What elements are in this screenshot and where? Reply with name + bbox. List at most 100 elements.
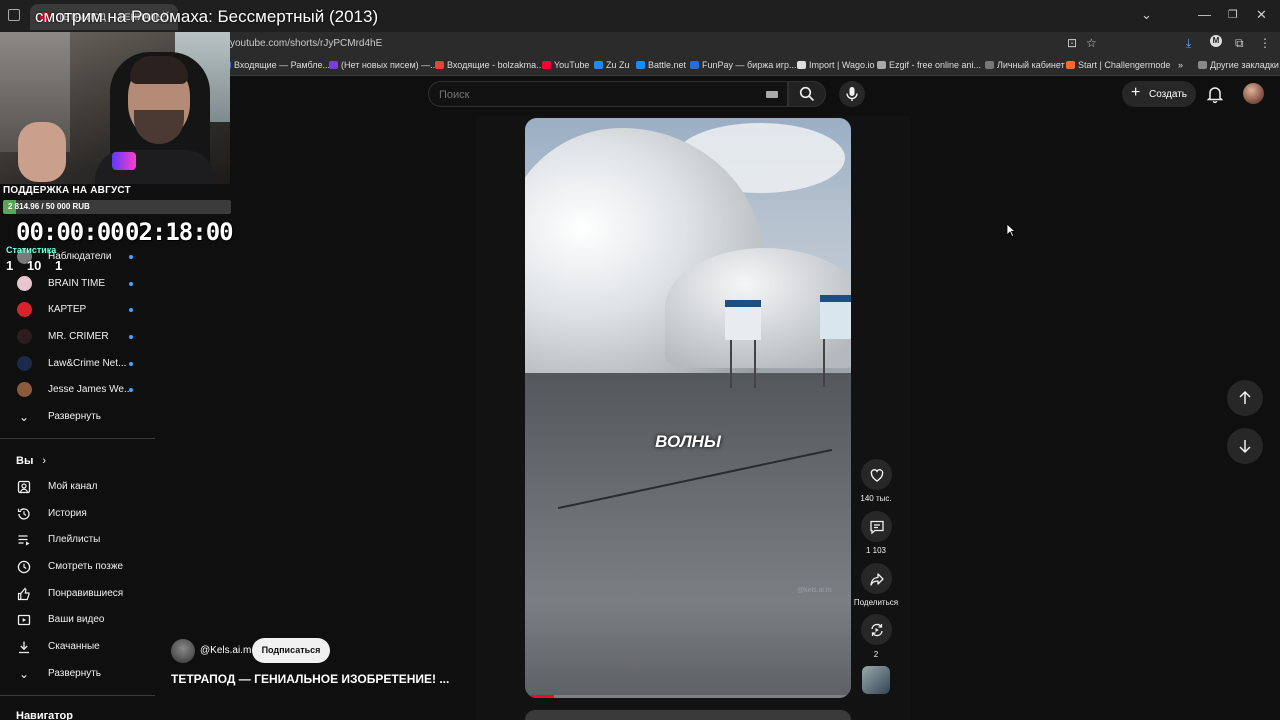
bookmark-item[interactable]: Import | Wago.io (797, 60, 875, 70)
sidebar-item-watch-later[interactable]: Смотреть позже (0, 554, 155, 580)
bookmark-item[interactable]: Battle.net (636, 60, 686, 70)
bookmark-item[interactable]: Start | Challengermode (1066, 60, 1170, 70)
create-button[interactable]: + Создать (1122, 81, 1196, 107)
sidebar-expand-label: Развернуть (48, 668, 102, 679)
chevron-down-icon: ⌄ (18, 667, 30, 681)
sidebar-item-label: Смотреть позже (48, 561, 124, 572)
sidebar-item-history[interactable]: История (0, 501, 155, 527)
avatar[interactable] (1243, 83, 1264, 104)
video-caption: ВОЛНЫ (655, 432, 721, 451)
url-text[interactable]: youtube.com/shorts/rJyPCMrd4hE (230, 38, 382, 49)
bookmark-item[interactable]: Ezgif - free online ani... (877, 60, 981, 70)
search-input[interactable] (439, 86, 759, 104)
heart-icon (870, 469, 883, 482)
arrow-down-icon (1239, 440, 1251, 454)
bookmark-item[interactable]: Входящие — Рамбле... (222, 60, 330, 70)
sidebar-item-your-videos[interactable]: Ваши видео (0, 607, 155, 633)
new-content-dot (129, 255, 133, 259)
bookmark-label: Zu Zu (606, 60, 630, 70)
sidebar-expand-you[interactable]: ⌄ Развернуть (0, 661, 155, 687)
channel-avatar[interactable] (171, 639, 195, 663)
video-progress-fill (525, 695, 555, 698)
sidebar-expand-subscriptions[interactable]: ⌄ Развернуть (0, 404, 155, 430)
info-sign (725, 300, 761, 340)
next-short-preview[interactable] (525, 710, 851, 720)
bookmark-item[interactable]: YouTube (542, 60, 589, 70)
sidebar-item-downloads[interactable]: Скачанные (0, 634, 155, 660)
install-app-icon[interactable]: ⊡ (1067, 36, 1077, 50)
menu-dots-icon[interactable]: ⋮ (1259, 36, 1271, 50)
sidebar-sub-label: MR. CRIMER (48, 331, 109, 342)
bookmark-label: YouTube (554, 60, 590, 70)
sound-thumbnail[interactable] (862, 666, 890, 694)
short-title[interactable]: ТЕТРАПОД — ГЕНИАЛЬНОЕ ИЗОБРЕТЕНИЕ! ... (171, 672, 449, 686)
remix-count: 2 (873, 650, 879, 659)
arrow-up-icon (1239, 390, 1251, 404)
sidebar-item-playlists[interactable]: Плейлисты (0, 527, 155, 553)
previous-short-button[interactable] (1227, 380, 1263, 416)
channel-avatar (17, 329, 32, 344)
channel-name[interactable]: @Kels.ai.m (200, 645, 251, 656)
stats-row: 1 10 1 (6, 258, 72, 273)
download-icon[interactable]: ⤓ (1186, 36, 1191, 51)
bookmark-favicon-icon (985, 61, 994, 69)
comment-count: 1 103 (865, 546, 887, 555)
sidebar-sub-2[interactable]: КАРТЕР (0, 297, 155, 323)
bookmark-item[interactable]: Другие закладки (1198, 60, 1279, 70)
sidebar-sub-4[interactable]: Law&Crime Net... (0, 351, 155, 377)
voice-search-button[interactable] (839, 81, 865, 107)
mouse-cursor-icon (1006, 223, 1016, 238)
tab-search-chevron-icon[interactable]: ⌄ (1141, 7, 1152, 23)
liked-icon (17, 587, 31, 601)
close-window-icon[interactable]: ✕ (1256, 7, 1267, 23)
bookmark-label: FunPay — биржа игр... (702, 60, 797, 70)
bookmarks-overflow-chevron-icon[interactable]: » (1178, 60, 1183, 70)
search-box[interactable] (428, 81, 788, 107)
maximize-icon[interactable]: ❐ (1228, 8, 1238, 21)
bookmark-star-icon[interactable]: ☆ (1086, 36, 1097, 50)
sidebar-sub-label: BRAIN TIME (48, 278, 106, 289)
like-count: 140 тыс. (860, 494, 892, 503)
microphone-icon (846, 87, 858, 101)
remix-button[interactable] (861, 614, 892, 645)
new-content-dot (129, 335, 133, 339)
notifications-bell-icon[interactable] (1205, 84, 1225, 104)
bookmark-label: (Нет новых писем) —... (341, 60, 438, 70)
sidebar-item-label: Скачанные (48, 641, 100, 652)
extensions-icon[interactable]: ⧉ (1235, 36, 1244, 51)
sidebar-item-label: История (48, 508, 87, 519)
like-button[interactable] (861, 459, 892, 490)
sidebar-item-my-channel[interactable]: Мой канал (0, 474, 155, 500)
bookmark-item[interactable]: (Нет новых писем) —... (329, 60, 438, 70)
profile-m-icon[interactable]: M (1210, 35, 1222, 47)
tab-actions-icon[interactable] (8, 9, 20, 21)
sidebar-sub-5[interactable]: Jesse James We... (0, 377, 155, 403)
video-progress-bar[interactable] (525, 695, 851, 698)
sidebar-item-liked[interactable]: Понравившиеся (0, 581, 155, 607)
sidebar-sub-3[interactable]: MR. CRIMER (0, 324, 155, 350)
create-label: Создать (1149, 89, 1188, 100)
share-label: Поделиться (853, 598, 899, 607)
keyboard-icon[interactable] (766, 91, 778, 98)
short-video-player[interactable]: ВОЛНЫ @kels.ai.m (525, 118, 851, 698)
bookmark-item[interactable]: Zu Zu (594, 60, 630, 70)
bookmark-label: Входящие — Рамбле... (234, 60, 330, 70)
bookmark-item[interactable]: FunPay — биржа игр... (690, 60, 797, 70)
plus-icon: + (1131, 84, 1141, 101)
share-button[interactable] (861, 563, 892, 594)
playlists-icon (17, 533, 31, 547)
comments-button[interactable] (861, 511, 892, 542)
sidebar-sub-1[interactable]: BRAIN TIME (0, 271, 155, 297)
my-channel-icon (17, 480, 31, 494)
bookmark-label: Ezgif - free online ani... (889, 60, 982, 70)
search-button[interactable] (788, 81, 826, 107)
sidebar-divider (0, 695, 155, 696)
bookmark-item[interactable]: Входящие - bolzakma... (435, 60, 544, 70)
sidebar-item-label: Ваши видео (48, 614, 105, 625)
sidebar-you-heading[interactable]: Вы › (16, 455, 46, 467)
new-content-dot (129, 308, 133, 312)
next-short-button[interactable] (1227, 428, 1263, 464)
subscribe-button[interactable]: Подписаться (252, 638, 330, 663)
bookmark-item[interactable]: Личный кабинет (985, 60, 1065, 70)
minimize-icon[interactable]: — (1198, 7, 1211, 22)
